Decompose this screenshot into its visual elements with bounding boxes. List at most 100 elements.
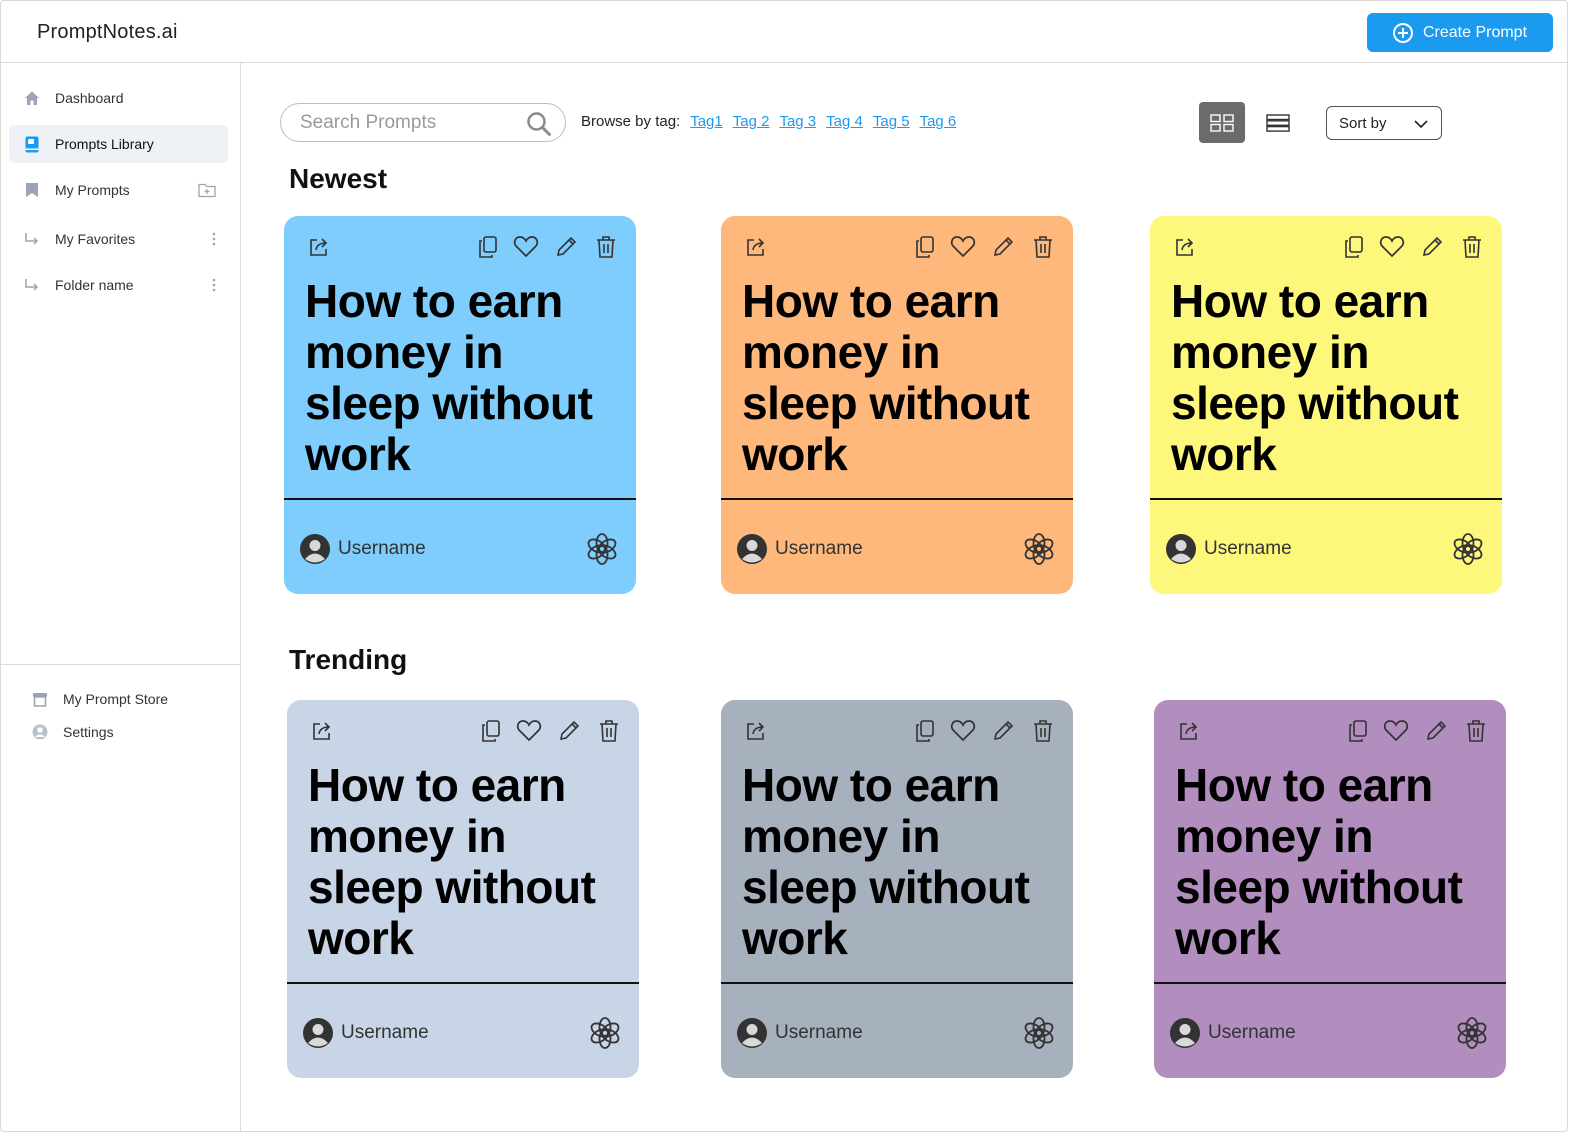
username[interactable]: Username bbox=[341, 1022, 429, 1044]
top-bar: PromptNotes.ai Create Prompt bbox=[1, 1, 1567, 63]
openai-icon[interactable] bbox=[1451, 532, 1485, 566]
trash-icon[interactable] bbox=[593, 234, 619, 260]
prompt-card[interactable]: How to earn money in sleep without work … bbox=[721, 216, 1073, 594]
avatar[interactable] bbox=[1165, 533, 1197, 565]
copy-icon[interactable] bbox=[1341, 234, 1367, 260]
tag-link[interactable]: Tag 4 bbox=[826, 113, 863, 130]
heart-icon[interactable] bbox=[950, 234, 976, 260]
tag-browser: Browse by tag: Tag1 Tag 2 Tag 3 Tag 4 Ta… bbox=[581, 113, 956, 130]
sidebar-item-my-favorites[interactable]: My Favorites bbox=[9, 220, 228, 258]
sidebar-item-label: Dashboard bbox=[55, 90, 124, 106]
bookmark-icon bbox=[23, 181, 41, 199]
trash-icon[interactable] bbox=[1459, 234, 1485, 260]
tag-link[interactable]: Tag 3 bbox=[779, 113, 816, 130]
copy-icon[interactable] bbox=[478, 718, 504, 744]
heart-icon[interactable] bbox=[513, 234, 539, 260]
prompt-card[interactable]: How to earn money in sleep without work … bbox=[284, 216, 636, 594]
share-icon[interactable] bbox=[743, 234, 769, 260]
prompt-card[interactable]: How to earn money in sleep without work … bbox=[1154, 700, 1506, 1078]
prompt-card[interactable]: How to earn money in sleep without work … bbox=[1150, 216, 1502, 594]
card-title: How to earn money in sleep without work bbox=[305, 275, 593, 480]
sidebar-item-prompts-library[interactable]: Prompts Library bbox=[9, 125, 228, 163]
card-title: How to earn money in sleep without work bbox=[1175, 759, 1463, 964]
copy-icon[interactable] bbox=[912, 234, 938, 260]
card-footer: Username bbox=[284, 500, 636, 594]
create-prompt-button[interactable]: Create Prompt bbox=[1367, 13, 1553, 52]
store-icon bbox=[31, 690, 49, 708]
username[interactable]: Username bbox=[775, 538, 863, 560]
pencil-icon[interactable] bbox=[990, 718, 1016, 744]
sort-dropdown[interactable]: Sort by bbox=[1326, 106, 1442, 140]
search-box[interactable] bbox=[280, 103, 566, 142]
tag-link[interactable]: Tag1 bbox=[690, 113, 723, 130]
share-icon[interactable] bbox=[1172, 234, 1198, 260]
sidebar-item-folder-name[interactable]: Folder name bbox=[9, 266, 228, 304]
username[interactable]: Username bbox=[1208, 1022, 1296, 1044]
username[interactable]: Username bbox=[1204, 538, 1292, 560]
grid-view-button[interactable] bbox=[1199, 102, 1245, 143]
openai-icon[interactable] bbox=[1022, 532, 1056, 566]
sidebar-item-settings[interactable]: Settings bbox=[17, 713, 236, 751]
tag-link[interactable]: Tag 5 bbox=[873, 113, 910, 130]
card-actions bbox=[284, 216, 636, 276]
sidebar-item-my-prompts[interactable]: My Prompts bbox=[9, 171, 228, 209]
avatar[interactable] bbox=[299, 533, 331, 565]
openai-icon[interactable] bbox=[585, 532, 619, 566]
share-icon[interactable] bbox=[1176, 718, 1202, 744]
sort-label: Sort by bbox=[1339, 114, 1387, 132]
trash-icon[interactable] bbox=[1463, 718, 1489, 744]
app-window: PromptNotes.ai Create Prompt Dashboard P… bbox=[0, 0, 1568, 1132]
copy-icon[interactable] bbox=[1345, 718, 1371, 744]
trash-icon[interactable] bbox=[596, 718, 622, 744]
sidebar-item-label: Folder name bbox=[55, 277, 134, 293]
openai-icon[interactable] bbox=[1455, 1016, 1489, 1050]
pencil-icon[interactable] bbox=[1419, 234, 1445, 260]
prompt-card[interactable]: How to earn money in sleep without work … bbox=[287, 700, 639, 1078]
heart-icon[interactable] bbox=[1379, 234, 1405, 260]
card-footer: Username bbox=[721, 984, 1073, 1078]
user-circle-icon bbox=[31, 723, 49, 741]
username[interactable]: Username bbox=[338, 538, 426, 560]
tag-link[interactable]: Tag 6 bbox=[920, 113, 957, 130]
trash-icon[interactable] bbox=[1030, 718, 1056, 744]
heart-icon[interactable] bbox=[1383, 718, 1409, 744]
prompt-card[interactable]: How to earn money in sleep without work … bbox=[721, 700, 1073, 1078]
sidebar-item-label: My Prompt Store bbox=[63, 691, 169, 707]
tag-link[interactable]: Tag 2 bbox=[733, 113, 770, 130]
pencil-icon[interactable] bbox=[1423, 718, 1449, 744]
sub-arrow-icon bbox=[23, 230, 41, 248]
avatar[interactable] bbox=[1169, 1017, 1201, 1049]
share-icon[interactable] bbox=[743, 718, 769, 744]
sidebar-item-dashboard[interactable]: Dashboard bbox=[9, 79, 228, 117]
home-icon bbox=[23, 89, 41, 107]
openai-icon[interactable] bbox=[1022, 1016, 1056, 1050]
copy-icon[interactable] bbox=[912, 718, 938, 744]
card-footer: Username bbox=[721, 500, 1073, 594]
avatar[interactable] bbox=[736, 1017, 768, 1049]
card-actions bbox=[721, 216, 1073, 276]
sidebar-item-label: Settings bbox=[63, 724, 114, 740]
search-input[interactable] bbox=[300, 111, 520, 134]
heart-icon[interactable] bbox=[950, 718, 976, 744]
folder-add-icon[interactable] bbox=[198, 183, 216, 198]
share-icon[interactable] bbox=[309, 718, 335, 744]
pencil-icon[interactable] bbox=[556, 718, 582, 744]
copy-icon[interactable] bbox=[475, 234, 501, 260]
more-vertical-icon[interactable] bbox=[212, 278, 216, 292]
avatar[interactable] bbox=[302, 1017, 334, 1049]
heart-icon[interactable] bbox=[516, 718, 542, 744]
list-view-button[interactable] bbox=[1255, 102, 1301, 143]
pencil-icon[interactable] bbox=[990, 234, 1016, 260]
username[interactable]: Username bbox=[775, 1022, 863, 1044]
openai-icon[interactable] bbox=[588, 1016, 622, 1050]
card-footer: Username bbox=[1150, 500, 1502, 594]
card-footer: Username bbox=[287, 984, 639, 1078]
trash-icon[interactable] bbox=[1030, 234, 1056, 260]
share-icon[interactable] bbox=[306, 234, 332, 260]
search-icon[interactable] bbox=[526, 111, 552, 137]
sidebar-item-label: Prompts Library bbox=[55, 136, 154, 152]
more-vertical-icon[interactable] bbox=[212, 232, 216, 246]
pencil-icon[interactable] bbox=[553, 234, 579, 260]
brand-logo[interactable]: PromptNotes.ai bbox=[37, 21, 178, 44]
avatar[interactable] bbox=[736, 533, 768, 565]
